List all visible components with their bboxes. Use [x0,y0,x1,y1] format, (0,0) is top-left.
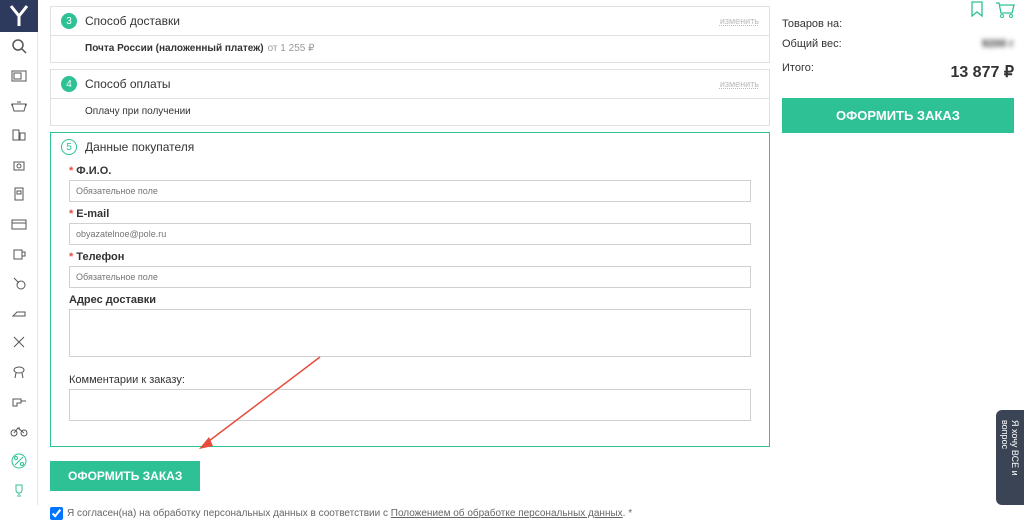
delivery-section: 3 Способ доставки изменить Почта России … [50,6,770,63]
summary-total: Итого: 13 877 ₽ [782,54,1014,90]
tools-icon[interactable] [0,328,38,358]
address-textarea[interactable] [69,309,751,357]
vacuum-icon[interactable] [0,268,38,298]
sidebar [0,0,38,505]
email-input[interactable] [69,223,751,245]
bookmark-icon[interactable] [968,0,988,20]
iron-icon[interactable] [0,298,38,328]
step-number: 3 [61,13,77,29]
mug-icon[interactable] [0,239,38,269]
grill-icon[interactable] [0,357,38,387]
section-title: Способ оплаты [85,77,171,91]
buyer-section: 5 Данные покупателя *Ф.И.О. *E-mail *Тел… [50,132,770,447]
fio-input[interactable] [69,180,751,202]
step-number: 4 [61,76,77,92]
summary-weight: Общий вес: 9200 г [782,34,1014,54]
address-label: Адрес доставки [69,294,751,306]
pot-icon[interactable] [0,91,38,121]
bike-icon[interactable] [0,416,38,446]
logo[interactable] [0,0,38,32]
change-link[interactable]: изменить [720,79,759,89]
search-icon[interactable] [0,32,38,62]
section-title: Способ доставки [85,14,180,28]
fio-label: *Ф.И.О. [69,165,751,177]
cart-icon[interactable] [994,0,1014,20]
scale-icon[interactable] [0,150,38,180]
change-link[interactable]: изменить [720,16,759,26]
appliance-icon[interactable] [0,120,38,150]
payment-section: 4 Способ оплаты изменить Оплачу при полу… [50,69,770,126]
oven-icon[interactable] [0,209,38,239]
consent-row: Я согласен(на) на обработку персональных… [50,507,770,520]
microwave-icon[interactable] [0,61,38,91]
consent-text: Я согласен(на) на обработку персональных… [67,508,632,519]
big-submit-button[interactable]: ОФОРМИТЬ ЗАКАЗ [782,98,1014,133]
section-title: Данные покупателя [85,140,194,154]
main-content: 3 Способ доставки изменить Почта России … [50,0,770,520]
consent-checkbox[interactable] [50,507,63,520]
comment-textarea[interactable] [69,389,751,421]
step-number: 5 [61,139,77,155]
delivery-text: Почта России (наложенный платеж)от 1 255… [85,43,314,54]
coffee-icon[interactable] [0,180,38,210]
submit-button[interactable]: ОФОРМИТЬ ЗАКАЗ [50,461,200,491]
payment-text: Оплачу при получении [85,106,191,117]
trophy-icon[interactable] [0,475,38,505]
feedback-tab[interactable]: Я хочу ВСЕ и вопрос [996,410,1024,505]
email-label: *E-mail [69,208,751,220]
percent-icon[interactable] [0,446,38,476]
phone-label: *Телефон [69,251,751,263]
comment-label: Комментарии к заказу: [69,374,751,386]
consent-link[interactable]: Положением об обработке персональных дан… [391,508,623,519]
summary-panel: Товаров на: Общий вес: 9200 г Итого: 13 … [782,0,1014,133]
phone-input[interactable] [69,266,751,288]
drill-icon[interactable] [0,387,38,417]
